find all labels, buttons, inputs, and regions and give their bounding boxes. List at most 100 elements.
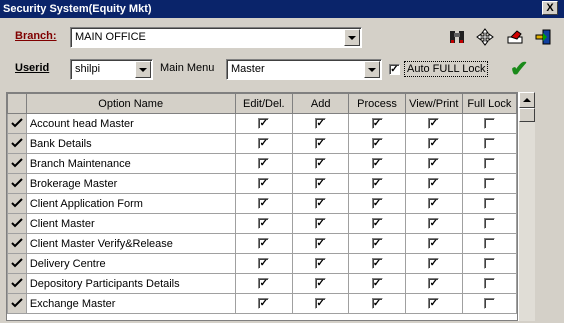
branch-value: MAIN OFFICE [75, 31, 146, 43]
full-lock-checkbox[interactable] [483, 238, 495, 250]
process-checkbox[interactable]: ✓ [371, 278, 383, 290]
row-selector-check-icon[interactable] [7, 133, 27, 154]
close-button[interactable]: X [542, 1, 558, 15]
scroll-thumb[interactable] [519, 108, 535, 122]
grid-header-edit-del[interactable]: Edit/Del. [234, 93, 294, 114]
view-print-checkbox[interactable]: ✓ [428, 178, 440, 190]
main-menu-dropdown-button[interactable] [364, 61, 380, 78]
view-print-checkbox[interactable]: ✓ [428, 158, 440, 170]
row-selector-check-icon[interactable] [7, 293, 27, 314]
edit-del-checkbox[interactable]: ✓ [258, 218, 270, 230]
process-checkbox[interactable]: ✓ [371, 238, 383, 250]
edit-del-checkbox[interactable]: ✓ [258, 158, 270, 170]
auto-full-lock-checkbox[interactable]: ✓ [389, 64, 400, 75]
full-lock-checkbox[interactable] [483, 178, 495, 190]
edit-del-checkbox[interactable]: ✓ [258, 238, 270, 250]
process-checkbox[interactable]: ✓ [371, 138, 383, 150]
view-print-checkbox[interactable]: ✓ [428, 298, 440, 310]
add-checkbox[interactable]: ✓ [315, 158, 327, 170]
add-checkbox[interactable]: ✓ [315, 238, 327, 250]
full-lock-checkbox[interactable] [483, 258, 495, 270]
table-row[interactable]: Client Master Verify&Release ✓ ✓ ✓ ✓ [7, 233, 517, 254]
exit-icon[interactable] [532, 28, 554, 50]
full-lock-cell [461, 153, 517, 174]
full-lock-cell [461, 113, 517, 134]
row-selector-check-icon[interactable] [7, 233, 27, 254]
auto-full-lock-label[interactable]: Auto FULL Lock [404, 61, 489, 77]
userid-dropdown-button[interactable] [135, 61, 151, 78]
eraser-icon[interactable] [504, 28, 526, 50]
edit-del-checkbox[interactable]: ✓ [258, 298, 270, 310]
add-checkbox[interactable]: ✓ [315, 278, 327, 290]
option-name-cell: Delivery Centre [25, 253, 236, 274]
process-checkbox[interactable]: ✓ [371, 118, 383, 130]
edit-del-checkbox[interactable]: ✓ [258, 258, 270, 270]
row-selector-check-icon[interactable] [7, 173, 27, 194]
table-row[interactable]: Client Application Form ✓ ✓ ✓ ✓ [7, 193, 517, 214]
add-checkbox[interactable]: ✓ [315, 218, 327, 230]
process-checkbox[interactable]: ✓ [371, 298, 383, 310]
add-checkbox[interactable]: ✓ [315, 178, 327, 190]
table-row[interactable]: Client Master ✓ ✓ ✓ ✓ [7, 213, 517, 234]
table-row[interactable]: Bank Details ✓ ✓ ✓ ✓ [7, 133, 517, 154]
view-print-checkbox[interactable]: ✓ [428, 278, 440, 290]
full-lock-checkbox[interactable] [483, 138, 495, 150]
add-checkbox[interactable]: ✓ [315, 138, 327, 150]
full-lock-checkbox[interactable] [483, 298, 495, 310]
row-selector-check-icon[interactable] [7, 153, 27, 174]
view-print-checkbox[interactable]: ✓ [428, 198, 440, 210]
view-print-checkbox[interactable]: ✓ [428, 238, 440, 250]
row-selector-check-icon[interactable] [7, 273, 27, 294]
add-checkbox[interactable]: ✓ [315, 118, 327, 130]
view-print-checkbox[interactable]: ✓ [428, 138, 440, 150]
branch-dropdown-button[interactable] [344, 29, 360, 46]
grid-scrollbar[interactable] [518, 92, 535, 321]
process-checkbox[interactable]: ✓ [371, 218, 383, 230]
table-row[interactable]: Branch Maintenance ✓ ✓ ✓ ✓ [7, 153, 517, 174]
view-print-checkbox[interactable]: ✓ [428, 118, 440, 130]
edit-del-checkbox[interactable]: ✓ [258, 278, 270, 290]
table-row[interactable]: Exchange Master ✓ ✓ ✓ ✓ [7, 293, 517, 314]
table-row[interactable]: Delivery Centre ✓ ✓ ✓ ✓ [7, 253, 517, 274]
full-lock-checkbox[interactable] [483, 218, 495, 230]
row-selector-check-icon[interactable] [7, 253, 27, 274]
process-checkbox[interactable]: ✓ [371, 158, 383, 170]
row-selector-check-icon[interactable] [7, 113, 27, 134]
add-checkbox[interactable]: ✓ [315, 198, 327, 210]
add-checkbox[interactable]: ✓ [315, 258, 327, 270]
process-checkbox[interactable]: ✓ [371, 198, 383, 210]
edit-del-checkbox[interactable]: ✓ [258, 178, 270, 190]
grid-header-view-print[interactable]: View/Print [404, 93, 463, 114]
add-checkbox[interactable]: ✓ [315, 298, 327, 310]
full-lock-checkbox[interactable] [483, 278, 495, 290]
process-checkbox[interactable]: ✓ [371, 178, 383, 190]
grid-header-full-lock[interactable]: Full Lock [461, 93, 517, 114]
option-name-cell: Client Application Form [25, 193, 236, 214]
full-lock-checkbox[interactable] [483, 158, 495, 170]
table-row[interactable]: Account head Master ✓ ✓ ✓ ✓ [7, 113, 517, 134]
edit-del-checkbox[interactable]: ✓ [258, 118, 270, 130]
main-menu-select[interactable]: Master [226, 59, 382, 80]
full-lock-cell [461, 233, 517, 254]
edit-del-checkbox[interactable]: ✓ [258, 198, 270, 210]
confirm-check-icon[interactable]: ✔ [510, 56, 528, 82]
move-icon[interactable] [474, 28, 496, 50]
table-row[interactable]: Brokerage Master ✓ ✓ ✓ ✓ [7, 173, 517, 194]
row-selector-check-icon[interactable] [7, 193, 27, 214]
edit-del-cell: ✓ [234, 213, 294, 234]
view-print-checkbox[interactable]: ✓ [428, 218, 440, 230]
process-checkbox[interactable]: ✓ [371, 258, 383, 270]
branch-select[interactable]: MAIN OFFICE [70, 27, 362, 48]
scroll-up-button[interactable] [519, 92, 535, 108]
binoculars-icon[interactable] [446, 28, 468, 50]
grid-header-add[interactable]: Add [292, 93, 350, 114]
grid-header-process[interactable]: Process [348, 93, 406, 114]
full-lock-checkbox[interactable] [483, 198, 495, 210]
row-selector-check-icon[interactable] [7, 213, 27, 234]
view-print-checkbox[interactable]: ✓ [428, 258, 440, 270]
grid-header-option-name[interactable]: Option Name [25, 93, 236, 114]
full-lock-checkbox[interactable] [483, 118, 495, 130]
edit-del-checkbox[interactable]: ✓ [258, 138, 270, 150]
edit-del-cell: ✓ [234, 233, 294, 254]
table-row[interactable]: Depository Participants Details ✓ ✓ ✓ ✓ [7, 273, 517, 294]
